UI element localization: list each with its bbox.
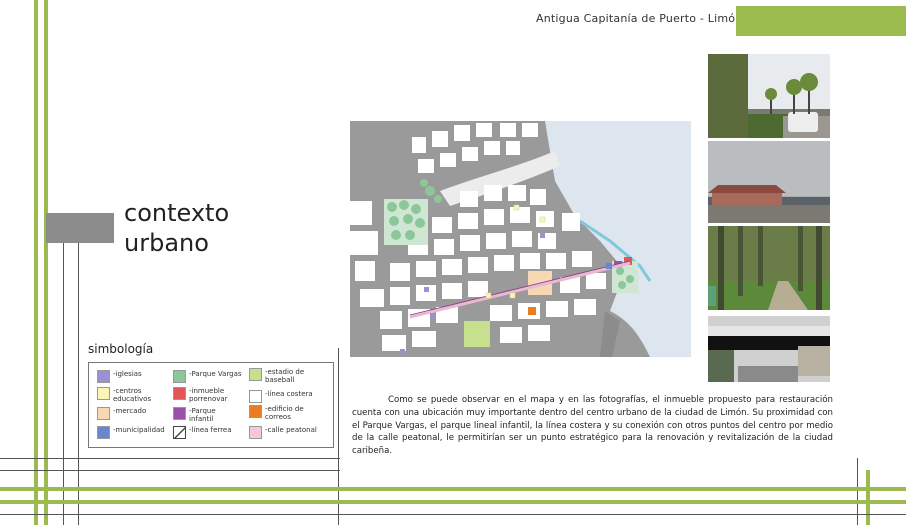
photo-calle-peatonal — [708, 316, 830, 382]
legend-item-linea-costera: -línea costera — [249, 390, 313, 403]
legend-item-parque-infantil: -Parque infantil — [173, 407, 229, 423]
body-paragraph: Como se puede observar en el mapa y en l… — [352, 395, 833, 457]
frame-vline-green-right — [866, 470, 870, 525]
title-marker-block — [46, 213, 114, 243]
legend-item-mercado: -mercado — [97, 407, 146, 420]
map-municipal — [606, 263, 612, 269]
legend-item-municipalidad: -municipalidad — [97, 426, 165, 439]
legend-box: -iglesias -centros educativos -mercado -… — [88, 362, 334, 448]
legend-item-centros-educativos: -centros educativos — [97, 387, 161, 403]
legend-item-inmueble: -inmueble porrenovar — [173, 387, 237, 403]
photo-parque-vargas — [708, 226, 830, 310]
frame-hline-dark-3 — [0, 514, 906, 515]
legend-swatch — [173, 407, 186, 420]
photo-capitania-illustration — [708, 141, 830, 223]
header-accent-bar — [736, 6, 906, 36]
legend-item-estadio: -estadio de baseball — [249, 368, 315, 384]
header-title: Antigua Capitanía de Puerto - Limón — [536, 12, 743, 25]
map-post-office — [528, 307, 536, 315]
photo-capitania-building — [708, 141, 830, 223]
legend-swatch — [249, 390, 262, 403]
frame-vline-dark-3 — [338, 348, 339, 525]
photo-parque-illustration — [708, 226, 830, 310]
railway-line-icon — [174, 427, 185, 438]
legend-item-linea-ferrea: -línea ferrea — [173, 426, 232, 439]
frame-vline-green-2 — [44, 0, 48, 525]
frame-hline-dark-2 — [0, 470, 340, 471]
legend-swatch-railway — [173, 426, 186, 439]
legend-swatch — [249, 405, 262, 418]
frame-vline-dark-1 — [63, 243, 64, 525]
photo-boulevard-illustration — [708, 54, 830, 138]
legend-swatch — [249, 368, 262, 381]
legend-item-iglesias: -iglesias — [97, 370, 142, 383]
photo-calle-illustration — [708, 316, 830, 382]
legend-swatch — [97, 426, 110, 439]
legend-swatch — [249, 426, 262, 439]
frame-vline-green-1 — [34, 0, 38, 525]
legend-swatch — [97, 407, 110, 420]
legend-title: simbología — [88, 342, 154, 356]
frame-hline-green-2 — [0, 500, 906, 504]
legend-item-parque-vargas: -Parque Vargas — [173, 370, 242, 383]
section-title-line1: contexto — [124, 199, 230, 227]
photo-boulevard — [708, 54, 830, 138]
legend-swatch — [97, 387, 110, 400]
frame-vline-dark-2 — [78, 243, 79, 525]
section-title-line2: urbano — [124, 229, 209, 257]
urban-context-map — [350, 121, 691, 357]
legend-swatch — [97, 370, 110, 383]
legend-item-correos: -edificio de correos — [249, 405, 315, 421]
section-title: contexto urbano — [124, 198, 229, 258]
frame-hline-green-1 — [0, 487, 906, 491]
legend-item-calle-peatonal: -calle peatonal — [249, 426, 317, 439]
frame-hline-dark-1 — [0, 458, 340, 459]
legend-swatch — [173, 370, 186, 383]
legend-swatch — [173, 387, 186, 400]
map-stadium — [464, 321, 490, 347]
